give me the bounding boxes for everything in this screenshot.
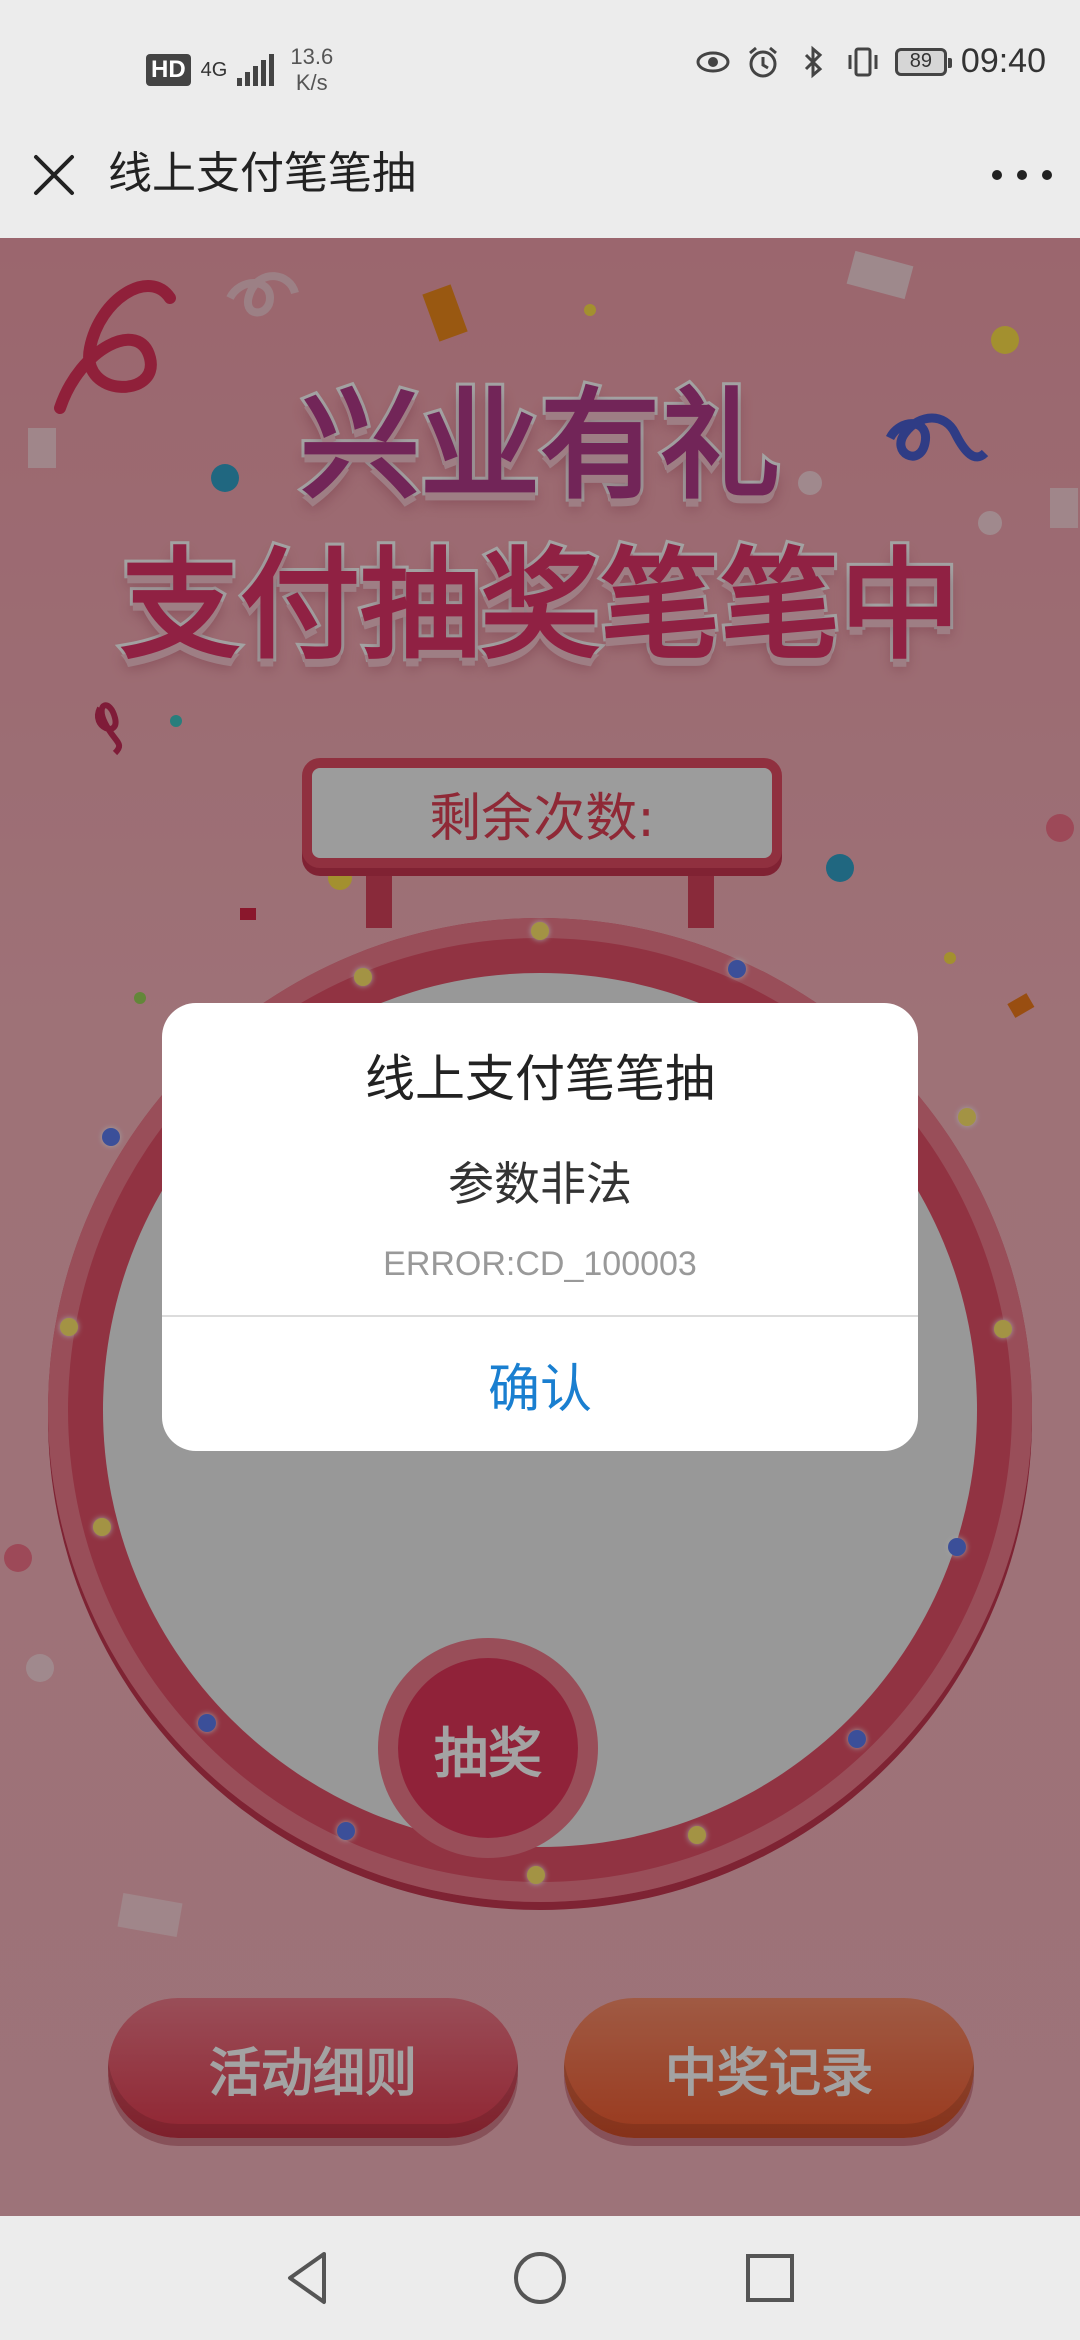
battery-icon: 89 — [894, 47, 952, 76]
clock: 09:40 — [960, 42, 1046, 80]
bluetooth-icon — [804, 45, 823, 78]
page-title: 线上支付笔笔抽 — [108, 148, 416, 199]
hd-badge: HD — [146, 54, 191, 86]
network-type: 4G — [200, 59, 228, 81]
navigation-bar — [0, 2216, 1080, 2340]
dialog-title: 线上支付笔笔抽 — [365, 1050, 715, 1108]
status-right: 89 09:40 — [695, 42, 1046, 81]
vibrate-icon — [848, 47, 878, 76]
home-icon[interactable] — [508, 2246, 572, 2310]
recents-icon[interactable] — [738, 2246, 802, 2310]
back-icon[interactable] — [276, 2246, 340, 2310]
status-left: HD 4G 13.6 K/s — [146, 44, 333, 96]
net-speed-value: 13.6 — [290, 44, 334, 69]
signal-icon — [237, 54, 275, 86]
error-dialog: 线上支付笔笔抽 参数非法 ERROR:CD_100003 确认 — [162, 1003, 918, 1451]
status-bar: HD 4G 13.6 K/s 89 09:40 — [0, 0, 1080, 135]
net-speed-unit: K/s — [295, 70, 328, 95]
close-icon[interactable] — [30, 151, 78, 199]
confirm-button[interactable]: 确认 — [162, 1317, 918, 1451]
eye-icon — [696, 51, 730, 72]
alarm-icon — [748, 46, 777, 77]
net-speed: 13.6 K/s — [290, 44, 333, 96]
dialog-error-code: ERROR:CD_100003 — [383, 1245, 697, 1283]
title-bar: 线上支付笔笔抽 — [0, 135, 1080, 238]
battery-level: 89 — [909, 50, 933, 72]
dialog-message: 参数非法 — [448, 1157, 632, 1211]
more-icon[interactable] — [992, 153, 1052, 197]
